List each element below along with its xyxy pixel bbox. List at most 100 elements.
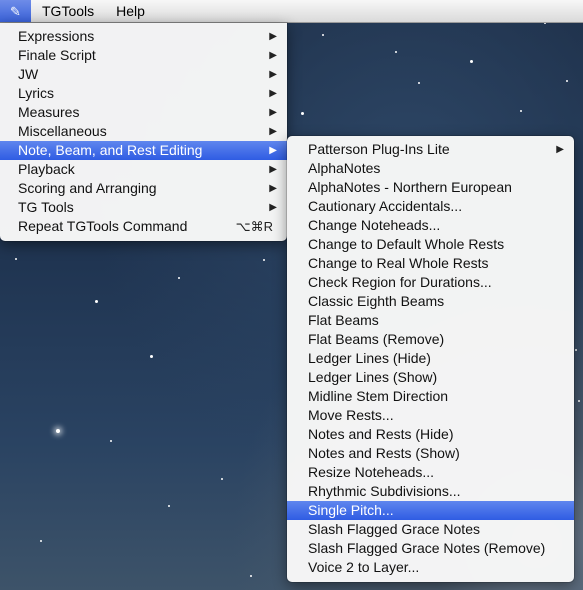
menu-item-label: Playback [18,161,75,177]
star [395,51,397,53]
star [301,112,304,115]
menu-item-label: Cautionary Accidentals... [308,198,463,214]
menu-item-label: Slash Flagged Grace Notes (Remove) [308,540,546,556]
submenu-arrow-icon: ▶ [269,69,277,80]
submenu-arrow-icon: ▶ [269,50,277,61]
submenu-item-change-noteheads[interactable]: Change Noteheads... [287,216,574,235]
desktop: { "menubar": { "app_icon": "tgtools-app-… [0,0,583,590]
submenu-item-real-whole-rests[interactable]: Change to Real Whole Rests [287,254,574,273]
menu-item-label: AlphaNotes [308,160,381,176]
menu-item-label: Miscellaneous [18,123,107,139]
menu-item-label: Finale Script [18,47,96,63]
submenu-item-resize-noteheads[interactable]: Resize Noteheads... [287,463,574,482]
submenu-arrow-icon: ▶ [269,88,277,99]
menu-item-playback[interactable]: Playback ▶ [0,160,287,179]
menu-item-label: Repeat TGTools Command [18,218,188,234]
tgtools-app-icon: ✎ [10,3,21,19]
menu-item-label: Change to Real Whole Rests [308,255,489,271]
menu-item-tg-tools[interactable]: TG Tools ▶ [0,198,287,217]
menubar-item-tgtools[interactable]: TGTools [31,0,105,22]
app-menu-button[interactable]: ✎ [0,0,31,22]
menu-item-label: Move Rests... [308,407,394,423]
menu-item-repeat-command[interactable]: Repeat TGTools Command ⌥⌘R [0,217,287,236]
menu-item-label: Ledger Lines (Hide) [308,350,431,366]
menu-item-label: Scoring and Arranging [18,180,157,196]
menu-item-note-beam-rest-editing[interactable]: Note, Beam, and Rest Editing ▶ [0,141,287,160]
menu-item-label: Change Noteheads... [308,217,441,233]
menu-item-label: Resize Noteheads... [308,464,435,480]
submenu-item-slash-grace-notes-remove[interactable]: Slash Flagged Grace Notes (Remove) [287,539,574,558]
menu-item-label: Midline Stem Direction [308,388,449,404]
menu-item-jw[interactable]: JW ▶ [0,65,287,84]
star [15,258,17,260]
menu-item-label: Single Pitch... [308,502,394,518]
menu-item-scoring-arranging[interactable]: Scoring and Arranging ▶ [0,179,287,198]
menu-item-label: Expressions [18,28,95,44]
submenu-item-classic-eighth-beams[interactable]: Classic Eighth Beams [287,292,574,311]
submenu-item-flat-beams[interactable]: Flat Beams [287,311,574,330]
menu-item-label: Note, Beam, and Rest Editing [18,142,203,158]
menu-item-measures[interactable]: Measures ▶ [0,103,287,122]
submenu-arrow-icon: ▶ [269,31,277,42]
menu-item-label: Slash Flagged Grace Notes [308,521,480,537]
menu-item-label: Flat Beams [308,312,379,328]
star [578,400,580,402]
submenu-item-alphanotes-northern[interactable]: AlphaNotes - Northern European [287,178,574,197]
star [250,575,252,577]
submenu-item-patterson-plugins-lite[interactable]: Patterson Plug-Ins Lite ▶ [287,140,574,159]
star [178,277,180,279]
tgtools-menu: Expressions ▶ Finale Script ▶ JW ▶ Lyric… [0,23,287,241]
menu-item-expressions[interactable]: Expressions ▶ [0,27,287,46]
submenu-item-single-pitch[interactable]: Single Pitch... [287,501,574,520]
menu-item-lyrics[interactable]: Lyrics ▶ [0,84,287,103]
submenu-item-alphanotes[interactable]: AlphaNotes [287,159,574,178]
submenu-item-default-whole-rests[interactable]: Change to Default Whole Rests [287,235,574,254]
submenu-arrow-icon: ▶ [269,126,277,137]
menu-item-finale-script[interactable]: Finale Script ▶ [0,46,287,65]
menu-item-label: Notes and Rests (Show) [308,445,460,461]
menu-item-label: Ledger Lines (Show) [308,369,438,385]
menu-item-label: Check Region for Durations... [308,274,492,290]
submenu-arrow-icon: ▶ [556,144,564,155]
submenu-item-flat-beams-remove[interactable]: Flat Beams (Remove) [287,330,574,349]
menu-item-label: AlphaNotes - Northern European [308,179,512,195]
submenu-item-check-durations[interactable]: Check Region for Durations... [287,273,574,292]
submenu-item-voice2-to-layer[interactable]: Voice 2 to Layer... [287,558,574,577]
submenu-item-midline-stem-direction[interactable]: Midline Stem Direction [287,387,574,406]
submenu-item-slash-grace-notes[interactable]: Slash Flagged Grace Notes [287,520,574,539]
star [418,82,420,84]
menu-item-label: Lyrics [18,85,55,101]
star [221,478,223,480]
submenu-arrow-icon: ▶ [269,145,277,156]
submenu-item-notes-rests-show[interactable]: Notes and Rests (Show) [287,444,574,463]
menu-item-miscellaneous[interactable]: Miscellaneous ▶ [0,122,287,141]
star [575,349,577,351]
submenu-item-rhythmic-subdivisions[interactable]: Rhythmic Subdivisions... [287,482,574,501]
menu-item-label: Rhythmic Subdivisions... [308,483,461,499]
submenu-item-move-rests[interactable]: Move Rests... [287,406,574,425]
menu-item-label: Notes and Rests (Hide) [308,426,454,442]
star [150,355,153,358]
menu-item-label: Change to Default Whole Rests [308,236,505,252]
menu-bar: ✎ TGTools Help [0,0,583,23]
star [520,110,522,112]
submenu-arrow-icon: ▶ [269,183,277,194]
submenu-item-notes-rests-hide[interactable]: Notes and Rests (Hide) [287,425,574,444]
menu-item-label: Measures [18,104,80,120]
star [40,540,42,542]
menu-item-label: Classic Eighth Beams [308,293,445,309]
submenu-item-ledger-lines-show[interactable]: Ledger Lines (Show) [287,368,574,387]
submenu-arrow-icon: ▶ [269,202,277,213]
submenu-item-cautionary-accidentals[interactable]: Cautionary Accidentals... [287,197,574,216]
note-beam-rest-submenu: Patterson Plug-Ins Lite ▶ AlphaNotes Alp… [287,136,574,582]
menubar-item-help[interactable]: Help [105,0,156,22]
menu-item-label: Flat Beams (Remove) [308,331,445,347]
star [110,440,112,442]
menu-item-label: JW [18,66,39,82]
submenu-item-ledger-lines-hide[interactable]: Ledger Lines (Hide) [287,349,574,368]
menu-item-label: TG Tools [18,199,74,215]
submenu-arrow-icon: ▶ [269,107,277,118]
menu-item-label: Voice 2 to Layer... [308,559,420,575]
bright-star [56,429,60,433]
star [470,60,473,63]
